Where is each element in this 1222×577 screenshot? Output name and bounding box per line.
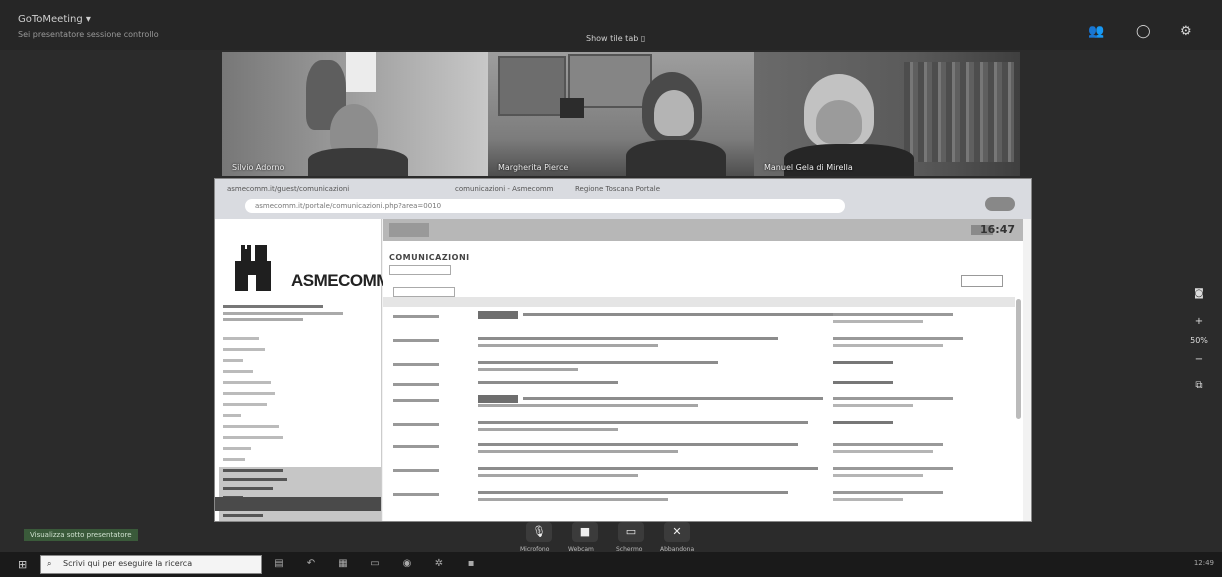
participant-name: Margherita Pierce <box>498 163 569 172</box>
org-address <box>223 312 343 315</box>
site-sidebar: ASMECOMM <box>215 219 390 521</box>
table-row[interactable] <box>393 395 1013 415</box>
asmecomm-logo: ASMECOMM <box>235 241 390 291</box>
table-row[interactable] <box>393 311 1013 331</box>
participant-name: Manuel Gela di Mirella <box>764 163 853 172</box>
menu-item[interactable] <box>223 434 377 443</box>
app-icon[interactable]: ▦ <box>336 558 350 570</box>
screen-share-icon[interactable]: ▭ <box>618 522 644 542</box>
chat-icon[interactable]: ◯ <box>1136 24 1151 39</box>
menu-item[interactable] <box>223 357 377 366</box>
taskbar-search[interactable]: ⌕ Scrivi qui per eseguire la ricerca <box>40 555 262 574</box>
participant-tile[interactable]: Silvio Adorno <box>222 52 488 176</box>
table-row[interactable] <box>393 359 1013 379</box>
table-row[interactable] <box>393 441 1013 461</box>
camera-icon[interactable]: ■ <box>572 522 598 542</box>
app-icon[interactable]: ◉ <box>400 558 414 570</box>
app-icon[interactable]: ✲ <box>432 558 446 570</box>
app-icon[interactable]: ▪ <box>464 558 478 570</box>
shared-screen: asmecomm.it/guest/comunicazioni comunica… <box>214 178 1032 522</box>
table-header <box>383 297 1015 307</box>
zoom-level: 50% <box>1190 336 1208 345</box>
browser-tab[interactable]: comunicazioni - Asmecomm <box>455 185 554 193</box>
org-address <box>223 318 303 321</box>
task-view-icon[interactable]: ▤ <box>272 558 286 570</box>
castle-icon <box>235 245 271 291</box>
people-icon[interactable]: 👥 <box>1088 24 1104 39</box>
windows-taskbar: ⊞ ⌕ Scrivi qui per eseguire la ricerca ▤… <box>0 552 1222 577</box>
windows-start-icon[interactable]: ⊞ <box>18 558 30 571</box>
section-title: COMUNICAZIONI <box>389 253 470 262</box>
menu-item[interactable] <box>223 335 377 344</box>
microphone-icon[interactable]: 🎙 <box>526 522 552 542</box>
menu-item[interactable] <box>223 390 377 399</box>
menu-item-highlighted[interactable] <box>219 467 381 476</box>
page-clock: 16:47 <box>979 223 1015 236</box>
leave-icon[interactable]: ✕ <box>664 522 690 542</box>
search-icon: ⌕ <box>47 559 52 568</box>
meeting-title[interactable]: GoToMeeting ▾ <box>18 14 91 25</box>
tray-clock: 12:49 <box>1193 559 1214 567</box>
menu-item[interactable] <box>223 423 377 432</box>
export-button[interactable] <box>961 275 1003 287</box>
participant-video-strip: Silvio Adorno Margherita Pierce Manuel G… <box>222 52 1020 176</box>
meeting-top-bar: GoToMeeting ▾ Sei presentatore sessione … <box>0 0 1222 50</box>
menu-item[interactable] <box>223 401 377 410</box>
org-name <box>223 305 323 308</box>
meeting-subtitle: Sei presentatore sessione controllo <box>18 30 159 39</box>
zoom-out-icon[interactable]: − <box>1184 354 1214 365</box>
menu-item[interactable] <box>223 456 377 465</box>
popout-icon[interactable]: ⧉ <box>1184 380 1214 391</box>
participant-tile[interactable]: Manuel Gela di Mirella <box>754 52 1020 176</box>
page-content: 16:47 COMUNICAZIONI <box>383 219 1023 521</box>
participant-tile[interactable]: Margherita Pierce <box>488 52 754 176</box>
site-menu <box>219 335 381 521</box>
browser-tab[interactable]: asmecomm.it/guest/comunicazioni <box>227 185 349 193</box>
scrollbar[interactable] <box>1016 299 1021 419</box>
zoom-rail: ◙ + 50% − ⧉ <box>1184 280 1214 400</box>
zoom-in-icon[interactable]: + <box>1184 316 1214 327</box>
app-icon[interactable]: ▭ <box>368 558 382 570</box>
camera-snapshot-icon[interactable]: ◙ <box>1184 288 1214 299</box>
table-row[interactable] <box>393 335 1013 355</box>
url-bar[interactable]: asmecomm.it/portale/comunicazioni.php?ar… <box>245 199 845 213</box>
table-row[interactable] <box>393 419 1013 439</box>
menu-item[interactable] <box>223 412 377 421</box>
menu-item-highlighted[interactable] <box>219 485 381 494</box>
browser-tab[interactable]: Regione Toscana Portale <box>575 185 660 193</box>
search-placeholder: Scrivi qui per eseguire la ricerca <box>63 559 193 568</box>
header-tabs[interactable] <box>389 223 429 237</box>
presenter-badge: Visualizza sotto presentatore <box>24 529 138 541</box>
filter-tabs[interactable] <box>389 265 451 275</box>
menu-item[interactable] <box>223 379 377 388</box>
logo-text: ASMECOMM <box>291 271 390 290</box>
menu-item-highlighted[interactable] <box>219 512 381 521</box>
menu-item[interactable] <box>223 445 377 454</box>
table-row[interactable] <box>393 465 1013 485</box>
menu-item[interactable] <box>223 346 377 355</box>
page-size-select[interactable] <box>393 287 455 297</box>
table-row[interactable] <box>393 489 1013 509</box>
browser-chrome: asmecomm.it/guest/comunicazioni comunica… <box>215 179 1031 219</box>
menu-item-highlighted[interactable] <box>219 476 381 485</box>
menu-footer[interactable] <box>215 497 381 511</box>
participant-name: Silvio Adorno <box>232 163 285 172</box>
profile-button[interactable] <box>985 197 1015 211</box>
settings-icon[interactable]: ⚙ <box>1180 24 1192 39</box>
menu-item[interactable] <box>223 368 377 377</box>
page-header: 16:47 <box>383 219 1023 241</box>
view-toggle[interactable]: Show tile tab ▯ <box>586 34 645 43</box>
app-icon[interactable]: ↶ <box>304 558 318 570</box>
